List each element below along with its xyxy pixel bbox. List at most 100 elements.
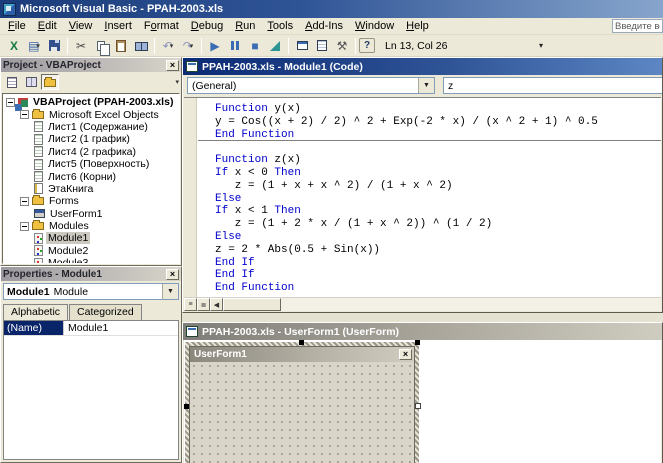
menu-edit[interactable]: Edit <box>32 19 63 33</box>
paste-button[interactable] <box>111 37 131 55</box>
undo-dropdown-icon[interactable]: ▾ <box>170 42 174 50</box>
tree-item-sheet-list5[interactable]: Лист5 (Поверхность) <box>3 158 179 170</box>
menu-tools[interactable]: Tools <box>261 19 299 33</box>
tab-alphabetic[interactable]: Alphabetic <box>3 304 68 321</box>
project-panel-titlebar[interactable]: Project - VBAProject <box>1 58 181 72</box>
tree-item-module2[interactable]: Module2 <box>3 245 179 257</box>
code-window-titlebar[interactable]: PPAH-2003.xls - Module1 (Code) <box>183 58 662 75</box>
code-margin-strip[interactable] <box>184 98 197 297</box>
menu-format[interactable]: Format <box>138 19 185 33</box>
redo-button[interactable]: ↷▾ <box>178 37 198 55</box>
properties-close-button[interactable] <box>166 269 179 280</box>
project-explorer-button[interactable] <box>292 37 312 55</box>
form-designer-canvas[interactable]: UserForm1 <box>184 340 661 463</box>
tree-item-module3[interactable]: Module3 <box>3 257 179 264</box>
menu-insert[interactable]: Insert <box>98 19 138 33</box>
tree-item-excel-objects[interactable]: Microsoft Excel Objects <box>3 108 179 120</box>
properties-combo-dropdown-icon[interactable]: ▼ <box>162 284 178 299</box>
help-question-input[interactable] <box>612 19 663 33</box>
cut-button[interactable]: ✂ <box>71 37 91 55</box>
collapse-icon[interactable] <box>6 98 15 107</box>
resize-handle-top-right[interactable] <box>415 340 420 345</box>
project-tree: VBAProject (PPAH-2003.xls)Microsoft Exce… <box>2 93 180 264</box>
module-icon <box>34 245 43 256</box>
code-horizontal-scrollbar[interactable]: ≡ ≣ ◀ <box>184 297 661 311</box>
userform-titlebar[interactable]: UserForm1 <box>190 347 414 362</box>
project-close-button[interactable] <box>166 60 179 71</box>
toolbar-options-button[interactable]: ▾ <box>539 41 543 50</box>
insert-userform-dropdown-icon[interactable]: ▾ <box>36 42 40 50</box>
code-window: PPAH-2003.xls - Module1 (Code) (General)… <box>182 57 663 313</box>
toggle-folders-button[interactable] <box>41 74 59 90</box>
tab-categorized[interactable]: Categorized <box>69 304 142 320</box>
resize-handle-top[interactable] <box>299 340 304 345</box>
tree-item-sheet-list1[interactable]: Лист1 (Содержание) <box>3 121 179 133</box>
view-code-icon <box>7 77 17 88</box>
scrollbar-thumb[interactable] <box>223 298 281 311</box>
run-button[interactable]: ▶ <box>205 37 225 55</box>
title-bar[interactable]: Microsoft Visual Basic - PPAH-2003.xls <box>0 0 663 18</box>
view-code-button[interactable] <box>3 74 21 90</box>
procedure-combo[interactable]: z <box>443 77 662 94</box>
resize-handle-right[interactable] <box>415 403 421 409</box>
form-selection-frame[interactable]: UserForm1 <box>185 342 419 463</box>
help-button[interactable]: ? <box>359 38 375 53</box>
view-excel-button[interactable]: X <box>4 37 24 55</box>
resize-handle-left[interactable] <box>184 404 189 409</box>
copy-button[interactable] <box>91 37 111 55</box>
tree-item-vbaproject[interactable]: VBAProject (PPAH-2003.xls) <box>3 96 179 108</box>
design-mode-button[interactable] <box>265 37 285 55</box>
menu-window[interactable]: Window <box>349 19 400 33</box>
project-toolbar: ▾ <box>1 72 181 92</box>
tree-item-sheet-list4[interactable]: Лист4 (2 графика) <box>3 146 179 158</box>
collapse-icon[interactable] <box>20 110 29 119</box>
userform-grid-surface[interactable] <box>190 362 414 463</box>
menu-help[interactable]: Help <box>400 19 435 33</box>
properties-object-combo[interactable]: Module1 Module ▼ <box>3 283 179 300</box>
reset-button[interactable]: ■ <box>245 37 265 55</box>
collapse-icon[interactable] <box>20 222 29 231</box>
object-combo[interactable]: (General) ▼ <box>187 77 435 94</box>
userform-close-button[interactable] <box>399 349 412 360</box>
property-value[interactable]: Module1 <box>64 321 112 335</box>
tree-item-modules-folder[interactable]: Modules <box>3 220 179 232</box>
toolbox-button[interactable]: ⚒ <box>332 37 352 55</box>
project-toolbar-options-button[interactable]: ▾ <box>175 78 179 86</box>
menu-addins[interactable]: Add-Ins <box>299 19 349 33</box>
view-object-button[interactable] <box>22 74 40 90</box>
menu-view[interactable]: View <box>63 19 99 33</box>
properties-tabs: AlphabeticCategorized <box>3 304 143 320</box>
tree-item-label: Лист1 (Содержание) <box>46 121 150 133</box>
code-text[interactable]: Function y(x)y = Cos((x + 2) / 2) ^ 2 + … <box>198 98 661 297</box>
object-combo-dropdown-icon[interactable]: ▼ <box>418 78 434 93</box>
tree-item-sheet-list2[interactable]: Лист2 (1 график) <box>3 133 179 145</box>
code-editor[interactable]: Function y(x)y = Cos((x + 2) / 2) ^ 2 + … <box>184 97 661 297</box>
procedure-view-button[interactable]: ≡ <box>184 298 197 311</box>
tree-item-module1[interactable]: Module1 <box>3 232 179 244</box>
properties-window-button[interactable] <box>312 37 332 55</box>
form-window-titlebar[interactable]: PPAH-2003.xls - UserForm1 (UserForm) <box>183 323 662 340</box>
tree-item-this-workbook[interactable]: ЭтаКнига <box>3 183 179 195</box>
save-button[interactable] <box>44 37 64 55</box>
find-button[interactable] <box>131 37 151 55</box>
redo-dropdown-icon[interactable]: ▾ <box>190 42 194 50</box>
reset-icon: ■ <box>251 39 258 53</box>
menu-file[interactable]: File <box>2 19 32 33</box>
menu-debug[interactable]: Debug <box>185 19 229 33</box>
scroll-left-icon[interactable]: ◀ <box>210 298 223 311</box>
menu-run[interactable]: Run <box>229 19 261 33</box>
module-icon <box>34 258 43 264</box>
collapse-icon[interactable] <box>20 197 29 206</box>
tree-item-sheet-list6[interactable]: Лист6 (Корни) <box>3 170 179 182</box>
userform[interactable]: UserForm1 <box>189 346 415 463</box>
property-row[interactable]: (Name)Module1 <box>4 321 178 336</box>
break-button[interactable] <box>225 37 245 55</box>
tree-item-label: UserForm1 <box>48 208 105 220</box>
insert-userform-button[interactable]: ▤▾ <box>24 37 44 55</box>
tree-item-userform1[interactable]: UserForm1 <box>3 208 179 220</box>
tree-item-forms-folder[interactable]: Forms <box>3 195 179 207</box>
undo-button[interactable]: ↶▾ <box>158 37 178 55</box>
properties-panel-titlebar[interactable]: Properties - Module1 <box>1 267 181 281</box>
full-module-view-button[interactable]: ≣ <box>197 298 210 311</box>
property-name[interactable]: (Name) <box>4 321 64 335</box>
